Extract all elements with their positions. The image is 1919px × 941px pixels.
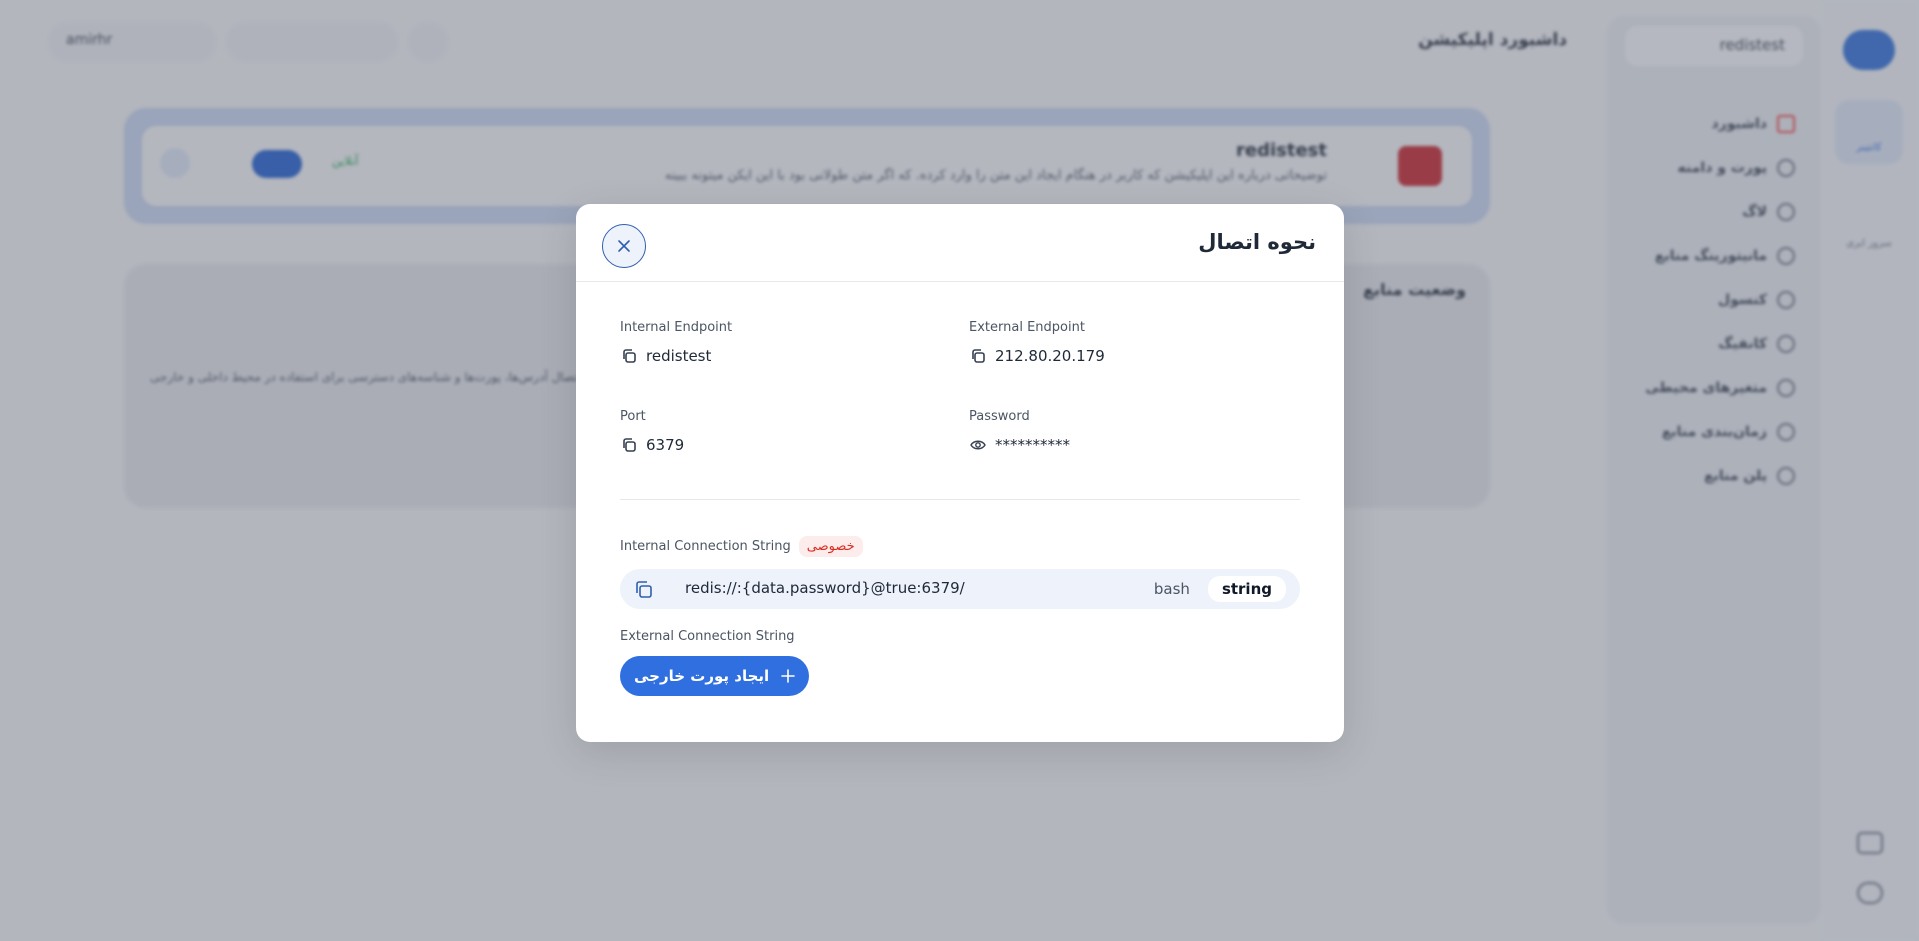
external-connection-label: External Connection String <box>620 629 795 644</box>
add-external-port-label: ایجاد پورت خارجی <box>634 667 770 685</box>
internal-endpoint-label: Internal Endpoint <box>620 320 733 335</box>
internal-endpoint-row: redistest <box>620 347 711 365</box>
copy-icon[interactable] <box>969 347 987 365</box>
copy-icon[interactable] <box>620 436 638 454</box>
external-endpoint-row: 212.80.20.179 <box>969 347 1105 365</box>
internal-connection-box: redis://:{data.password}@true:6379/ bash… <box>620 569 1300 609</box>
port-label: Port <box>620 409 646 424</box>
connection-modal: نحوه اتصال Internal Endpoint redistest E… <box>576 204 1344 742</box>
format-option-string[interactable]: string <box>1207 576 1286 602</box>
close-icon <box>618 240 630 252</box>
external-endpoint-value: 212.80.20.179 <box>995 347 1105 365</box>
internal-connection-header: Internal Connection String خصوصی <box>620 536 863 557</box>
format-option-bash[interactable]: bash <box>1140 576 1204 602</box>
copy-icon[interactable] <box>632 578 654 600</box>
port-value: 6379 <box>646 436 685 454</box>
divider <box>620 499 1300 500</box>
copy-icon[interactable] <box>620 347 638 365</box>
password-label: Password <box>969 409 1030 424</box>
add-external-port-button[interactable]: ایجاد پورت خارجی <box>620 656 810 696</box>
external-endpoint-label: External Endpoint <box>969 320 1085 335</box>
internal-connection-label: Internal Connection String <box>620 539 791 554</box>
eye-icon[interactable] <box>969 436 987 454</box>
modal-title: نحوه اتصال <box>1198 230 1316 254</box>
private-badge: خصوصی <box>798 536 863 557</box>
close-button[interactable] <box>602 224 646 268</box>
password-row: ********** <box>969 436 1070 454</box>
port-row: 6379 <box>620 436 684 454</box>
password-value: ********** <box>995 436 1070 454</box>
modal-header: نحوه اتصال <box>576 204 1344 282</box>
plus-icon <box>781 669 795 683</box>
format-toggle: bash string <box>1140 576 1286 602</box>
internal-endpoint-value: redistest <box>646 347 712 365</box>
internal-connection-string: redis://:{data.password}@true:6379/ <box>685 579 965 597</box>
